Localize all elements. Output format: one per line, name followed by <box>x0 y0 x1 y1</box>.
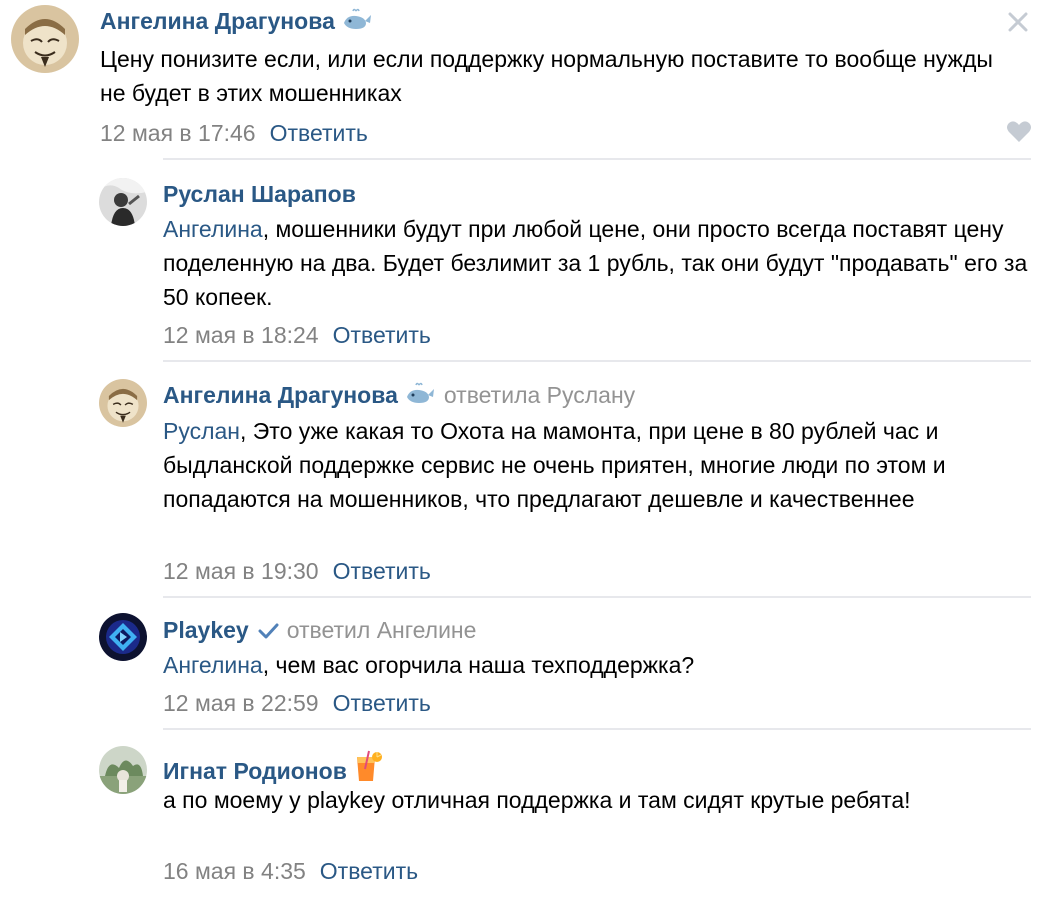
comment-body: , чем вас огорчила наша техподдержка? <box>262 652 695 678</box>
whale-emoji-icon <box>404 381 436 414</box>
reply-button[interactable]: Ответить <box>333 690 431 716</box>
mention-link[interactable]: Руслан <box>163 418 240 444</box>
author-name[interactable]: Playkey <box>163 617 249 643</box>
divider <box>163 728 1031 730</box>
replied-to-link[interactable]: ответил Ангелине <box>287 617 477 643</box>
comment-date[interactable]: 16 мая в 4:35 <box>163 858 306 884</box>
comment-text: Цену понизите если, или если поддержку н… <box>100 46 993 106</box>
divider <box>163 158 1031 160</box>
reply-button[interactable]: Ответить <box>320 858 418 884</box>
replied-to-link[interactable]: ответила Руслану <box>444 382 635 408</box>
comment-body: , Это уже какая то Охота на мамонта, при… <box>163 418 946 512</box>
comment-text: Руслан, Это уже какая то Охота на мамонт… <box>163 414 1033 516</box>
avatar[interactable] <box>99 379 147 427</box>
avatar[interactable] <box>99 613 147 661</box>
avatar[interactable] <box>99 178 147 226</box>
divider <box>163 596 1031 598</box>
avatar[interactable] <box>11 5 79 73</box>
comment-body: , мошенники будут при любой цене, они пр… <box>163 216 1028 310</box>
author-name[interactable]: Ангелина Драгунова <box>163 382 398 408</box>
close-icon[interactable] <box>1005 9 1031 35</box>
comment-date[interactable]: 12 мая в 19:30 <box>163 558 319 584</box>
mention-link[interactable]: Ангелина <box>163 216 263 242</box>
avatar[interactable] <box>99 746 147 794</box>
reply-button[interactable]: Ответить <box>333 322 431 348</box>
divider <box>163 360 1031 362</box>
heart-icon[interactable] <box>1006 120 1032 144</box>
comment-text: Ангелина, чем вас огорчила наша техподде… <box>163 648 1033 682</box>
reply-button[interactable]: Ответить <box>270 120 368 146</box>
author-name[interactable]: Игнат Родионов <box>163 758 347 784</box>
author-name[interactable]: Руслан Шарапов <box>163 181 356 207</box>
comment-date[interactable]: 12 мая в 22:59 <box>163 690 319 716</box>
comment-text: Ангелина, мошенники будут при любой цене… <box>163 212 1033 314</box>
author-name[interactable]: Ангелина Драгунова <box>100 8 335 34</box>
comment-date[interactable]: 12 мая в 17:46 <box>100 120 256 146</box>
reply-button[interactable]: Ответить <box>333 558 431 584</box>
mention-link[interactable]: Ангелина <box>163 652 263 678</box>
comment-text: а по моему у playkey отличная поддержка … <box>163 787 911 813</box>
whale-emoji-icon <box>341 7 373 40</box>
comment-date[interactable]: 12 мая в 18:24 <box>163 322 319 348</box>
verified-check-icon <box>257 618 279 648</box>
